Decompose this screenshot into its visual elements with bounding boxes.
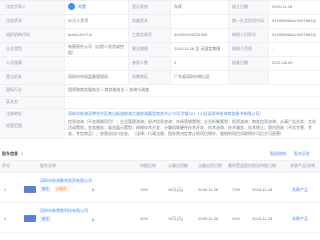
grid-line (0, 232, 320, 233)
region-value: 广东省深圳市南山区 (174, 74, 210, 79)
grid-line (0, 14, 320, 15)
grid-line (170, 0, 171, 84)
address-label: 注册地址 (6, 111, 22, 116)
company-type-label: 企业类型 (6, 46, 22, 51)
holding-ratio: 30% (140, 216, 149, 221)
section-title: 股东信息 (2, 151, 18, 156)
col-ratio: 持股比例 (140, 163, 156, 168)
grid-line (0, 160, 320, 161)
beneficial-ratio: 30% (232, 216, 241, 221)
reg-number-value: 440301000231500 (174, 32, 208, 37)
shareholder-name[interactable]: 深圳市新零售科技有限公司 (40, 208, 130, 214)
grid-line (0, 70, 320, 71)
col-name: 股东名称 (40, 163, 56, 168)
equity-structure-link[interactable]: 股权结构 (270, 151, 286, 157)
col-amount: 认缴出资额 (168, 163, 188, 168)
taxpayer-qual-label: 纳税人资质 (232, 46, 252, 51)
grid-line (0, 84, 320, 85)
credit-code-value: 914400MA4UJ0XT6B1Q (272, 18, 317, 23)
col-index: 序号 (2, 163, 10, 168)
grid-line (0, 42, 320, 43)
chevron-right-icon (92, 188, 95, 192)
beneficial-ratio: 70% (232, 187, 241, 192)
org-code-value: MA4UJ0XT-6 (68, 32, 92, 37)
company-logo (24, 215, 36, 222)
reg-capital-label: 注册资本 (6, 18, 22, 23)
subscribed-date: 2045-11-28 (198, 216, 219, 221)
region-label: 所属地区 (132, 74, 148, 79)
industry-value: 租赁和商务服务业 > 商务服务业 > 咨询与调查 (68, 87, 150, 92)
grid-line (228, 0, 229, 84)
approved-label: 核准日期 (232, 60, 248, 65)
major-shareholder-tag: 大股东 (54, 186, 69, 192)
founded-value: 2015-11-28 (272, 4, 293, 9)
grid-line (0, 96, 320, 97)
shareholder-name[interactable]: 深圳市前海聚合投资有限公司 (40, 178, 130, 184)
staff-size-label: 人员规模 (6, 60, 22, 65)
status-label: 登记状态 (132, 4, 148, 9)
legal-rep-label: 法定代表人 (6, 4, 26, 9)
grid-line (0, 108, 320, 109)
address-value[interactable]: 深圳市前海深港合作区南山街道前海大道前海嘉里商务中心T5写字楼201（入驻深圳市… (68, 111, 316, 117)
reg-capital-value: 50万人民币 (68, 18, 89, 23)
taxpayer-qual-value: - (272, 46, 274, 51)
subscribed-date: 2045-11-28 (198, 187, 219, 192)
shareholder-history-link[interactable]: 股东历史 (294, 151, 310, 157)
scope-label: 经营范围 (6, 123, 22, 128)
legal-rep-value[interactable]: 苏董 (78, 4, 126, 10)
col-first: 首次持股日期 (252, 163, 276, 168)
approved-value: 2021-08-09 (272, 60, 293, 65)
first-holding-date: 2015-11-28 (252, 187, 273, 192)
subscribed-amount: 15万(元) (168, 216, 184, 221)
insured-label: 参保人数 (132, 60, 148, 65)
grid-line (0, 172, 320, 173)
shareholder-tag: 股东 (40, 216, 51, 222)
grid-line (0, 0, 320, 1)
grid-line (0, 202, 320, 203)
grid-line (0, 56, 320, 57)
taxpayer-id-label: 纳税人识别号 (232, 32, 256, 37)
status-value: 存续 (174, 4, 182, 9)
related-products-link[interactable]: 关联产品 (292, 187, 308, 193)
row-index: 1 (4, 187, 7, 192)
scope-value: 信息咨询（不含限制项目）；企业管理咨询；经济信息咨询；市场营销策划；企业形象策划… (68, 119, 316, 136)
first-holding-date: 2015-11-28 (252, 216, 273, 221)
grid-line (268, 0, 269, 84)
paid-capital-value: - (174, 18, 176, 23)
grid-line (64, 0, 65, 138)
col-link: 关联产品/机构 (290, 163, 316, 168)
legal-rep-avatar (68, 3, 75, 10)
grid-line (0, 138, 320, 139)
col-benefit: 最终受益股份 (228, 163, 252, 168)
shareholder-tag: 股东 (40, 186, 51, 192)
term-label: 营业期限 (132, 46, 148, 51)
reg-number-label: 工商注册号 (132, 32, 152, 37)
taxpayer-id-value: 914400MA4UJ0XT6B1Q (272, 32, 317, 37)
subscribed-amount: 35万(元) (168, 187, 184, 192)
term-value: 2015-11-28 至 无固定期限 (174, 46, 221, 51)
authority-label: 登记机关 (6, 74, 22, 79)
english-name-value: - (68, 99, 70, 104)
section-count: 2 (21, 151, 24, 156)
holding-ratio: 70% (140, 187, 149, 192)
authority-value: 深圳市市场监督管理局 (68, 74, 108, 79)
english-name-label: 英文名 (6, 99, 18, 104)
industry-label: 国标行业 (6, 87, 22, 92)
grid-line (0, 28, 320, 29)
org-code-label: 组织机构代码 (6, 32, 30, 37)
col-date: 认缴出资日期 (198, 163, 222, 168)
related-products-link[interactable]: 关联产品 (292, 216, 308, 222)
company-logo (24, 186, 36, 193)
staff-size-value: - (68, 60, 70, 65)
credit-code-label: 统一社会信用代码 (232, 18, 264, 23)
chevron-right-icon (92, 218, 95, 222)
insured-value: 0 (174, 60, 177, 65)
paid-capital-label: 实缴资本 (132, 18, 148, 23)
founded-label: 成立日期 (232, 4, 248, 9)
company-type-value: 有限责任公司（自然人投资或控股） (68, 44, 124, 55)
row-index: 2 (4, 216, 7, 221)
grid-line (128, 0, 129, 84)
